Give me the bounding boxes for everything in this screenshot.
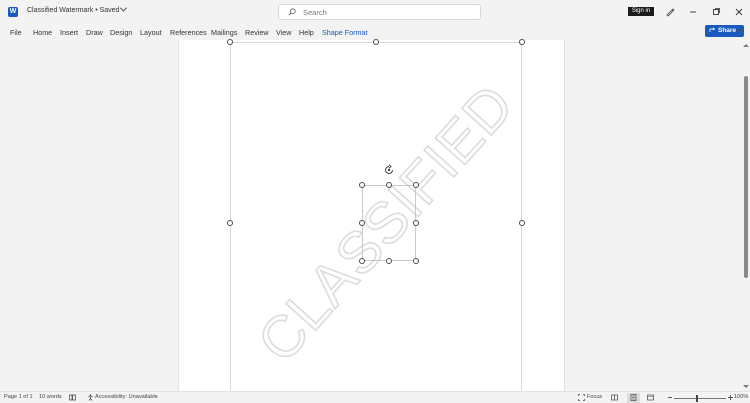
accessibility-icon[interactable]	[87, 394, 94, 401]
tab-shape-format[interactable]: Shape Format	[322, 28, 368, 37]
sign-in-button[interactable]: Sign in	[628, 7, 654, 16]
search-box[interactable]: Search	[278, 4, 481, 20]
tab-draw[interactable]: Draw	[86, 28, 103, 37]
status-bar: Page 1 of 1 10 words Accessibility: Unav…	[0, 391, 750, 403]
ribbon-tabs: File Home Insert Draw Design Layout Refe…	[0, 24, 750, 40]
pen-icon[interactable]	[665, 7, 675, 17]
tab-help[interactable]: Help	[299, 28, 314, 37]
document-title[interactable]: Classified Watermark • Saved	[27, 4, 128, 14]
tab-layout[interactable]: Layout	[140, 28, 162, 37]
document-canvas: CLASSIFIED	[0, 39, 750, 391]
zoom-in-button-vertical[interactable]	[730, 395, 731, 400]
close-icon[interactable]	[732, 5, 746, 19]
search-placeholder: Search	[303, 8, 327, 17]
resize-handle-top-left[interactable]	[227, 39, 233, 45]
zoom-out-button[interactable]	[668, 397, 672, 398]
minimize-icon[interactable]	[686, 5, 700, 19]
search-icon	[288, 8, 296, 16]
share-label: Share	[718, 27, 737, 34]
vertical-scrollbar[interactable]	[741, 40, 750, 391]
tab-insert[interactable]: Insert	[60, 28, 78, 37]
inner-handle-top-left[interactable]	[359, 182, 365, 188]
rotate-handle-icon[interactable]	[383, 164, 395, 176]
proofing-icon[interactable]	[69, 394, 76, 401]
share-icon	[709, 27, 716, 32]
tab-references[interactable]: References	[170, 28, 207, 37]
resize-handle-top[interactable]	[373, 39, 379, 45]
inner-handle-top-right[interactable]	[413, 182, 419, 188]
scroll-down-icon[interactable]	[743, 385, 749, 388]
document-title-text: Classified Watermark • Saved	[27, 7, 120, 14]
accessibility-status[interactable]: Accessibility: Unavailable	[95, 394, 158, 400]
inner-handle-top[interactable]	[386, 182, 392, 188]
chevron-down-icon	[120, 4, 128, 12]
shape-selection-box[interactable]	[362, 185, 416, 261]
resize-handle-right[interactable]	[519, 220, 525, 226]
inner-handle-bottom-left[interactable]	[359, 258, 365, 264]
print-layout-icon[interactable]	[630, 394, 637, 401]
tab-mailings[interactable]: Mailings	[211, 28, 237, 37]
page-count[interactable]: Page 1 of 1	[4, 394, 33, 400]
scroll-up-icon[interactable]	[743, 44, 749, 47]
scroll-thumb[interactable]	[744, 76, 748, 278]
inner-handle-bottom[interactable]	[386, 258, 392, 264]
word-count[interactable]: 10 words	[39, 394, 62, 400]
document-page[interactable]: CLASSIFIED	[178, 39, 565, 391]
inner-handle-right[interactable]	[413, 220, 419, 226]
focus-icon[interactable]	[578, 394, 585, 401]
zoom-level[interactable]: 100%	[734, 394, 748, 400]
inner-handle-bottom-right[interactable]	[413, 258, 419, 264]
read-mode-icon[interactable]	[611, 394, 618, 401]
resize-handle-left[interactable]	[227, 220, 233, 226]
tab-view[interactable]: View	[276, 28, 291, 37]
tab-design[interactable]: Design	[110, 28, 132, 37]
web-layout-icon[interactable]	[647, 394, 654, 401]
tab-home[interactable]: Home	[33, 28, 52, 37]
tab-file[interactable]: File	[10, 28, 22, 37]
maximize-icon[interactable]	[709, 5, 723, 19]
tab-review[interactable]: Review	[245, 28, 269, 37]
zoom-slider-thumb[interactable]	[696, 395, 698, 402]
word-app-icon[interactable]: W	[8, 7, 18, 17]
title-bar: W Classified Watermark • Saved Search Si…	[0, 0, 750, 24]
focus-label[interactable]: Focus	[587, 394, 602, 400]
zoom-slider[interactable]	[674, 398, 726, 399]
inner-handle-left[interactable]	[359, 220, 365, 226]
resize-handle-top-right[interactable]	[519, 39, 525, 45]
